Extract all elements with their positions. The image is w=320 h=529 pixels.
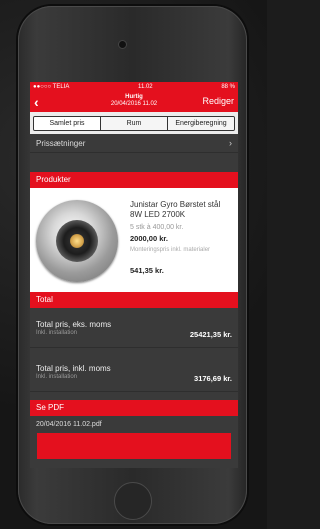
carrier-label: ●●○○○ TELIA (33, 84, 70, 90)
total-ex-vat-label: Total pris, eks. moms (36, 320, 112, 329)
pdf-file-row[interactable]: 20/04/2016 11.02.pdf (30, 419, 238, 433)
tab-samlet-pris[interactable]: Samlet pris (34, 116, 100, 130)
clock-label: 11.02 (138, 84, 153, 90)
prissaetninger-label: Prissætninger (36, 139, 86, 148)
prissaetninger-row[interactable]: Prissætninger › (30, 134, 238, 153)
product-image (36, 200, 118, 282)
status-bar: ●●○○○ TELIA 11.02 88 % (30, 82, 238, 92)
product-subtotal: 2000,00 kr. (130, 234, 168, 243)
total-row-inc-vat: Total pris, inkl. moms Inkl. installatio… (30, 358, 238, 392)
edit-button[interactable]: Rediger (202, 96, 234, 106)
segmented-control: Samlet pris Rum Energiberegning (33, 115, 235, 131)
total-header: Total (30, 292, 238, 308)
battery-label: 88 % (221, 84, 235, 90)
tab-rum[interactable]: Rum (100, 116, 167, 130)
product-name: Junistar Gyro Børstet stål 8W LED 2700K (130, 200, 221, 219)
camera-icon (118, 40, 127, 49)
nav-title-sub: 20/04/2016 11.02 (110, 101, 158, 107)
pdf-file-label: 20/04/2016 11.02.pdf (36, 421, 102, 428)
mounting-label: Monteringspris inkl. materialer (130, 247, 211, 253)
product-quantity: 5 stk à 400,00 kr. (130, 224, 184, 231)
segment-bar: Samlet pris Rum Energiberegning (30, 112, 238, 134)
pdf-header: Se PDF (30, 400, 238, 416)
app-screen: ●●○○○ TELIA 11.02 88 % ‹ Hurtig 20/04/20… (30, 82, 238, 468)
total-row-ex-vat: Total pris, eks. moms Inkl. installation… (30, 314, 238, 348)
home-button[interactable] (114, 482, 152, 520)
tab-energiberegning[interactable]: Energiberegning (167, 116, 234, 130)
chevron-right-icon: › (229, 138, 232, 148)
products-header: Produkter (30, 172, 238, 188)
total-ex-vat-value: 25421,35 kr. (189, 330, 232, 339)
nav-bar: ‹ Hurtig 20/04/2016 11.02 Rediger (30, 92, 238, 112)
total-inc-vat-label: Total pris, inkl. moms (36, 364, 111, 373)
mounting-value: 541,35 kr. (130, 266, 164, 275)
total-inc-vat-value: 3176,69 kr. (194, 374, 232, 383)
lamp-inner (56, 220, 98, 262)
lamp-led (70, 234, 84, 248)
action-button[interactable] (37, 433, 231, 459)
product-card[interactable]: Junistar Gyro Børstet stål 8W LED 2700K … (30, 188, 238, 292)
